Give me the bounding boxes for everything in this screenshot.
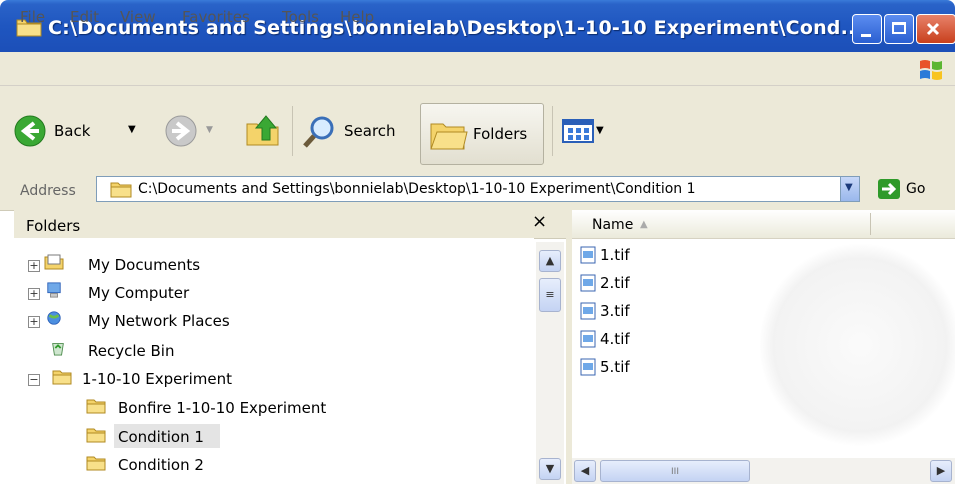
views-dropdown-icon: ▼ xyxy=(596,125,604,136)
scroll-thumb[interactable]: ≡ xyxy=(539,278,561,312)
file-item[interactable]: 5.tif xyxy=(580,356,660,378)
back-arrow-icon xyxy=(14,115,46,147)
scroll-up-button[interactable]: ▲ xyxy=(539,250,561,272)
folder-icon xyxy=(52,370,72,385)
folders-pane-title: Folders xyxy=(26,217,81,235)
folders-icon xyxy=(430,123,468,150)
toolbar-separator xyxy=(292,106,293,156)
menu-edit[interactable]: Edit xyxy=(70,8,99,26)
sort-ascending-icon: ▲ xyxy=(640,219,648,230)
expand-my-network-places[interactable]: + xyxy=(28,316,40,328)
name-column-header[interactable]: Name ▲ xyxy=(584,210,870,238)
toolbar-separator xyxy=(552,106,553,156)
expand-my-documents[interactable]: + xyxy=(28,260,40,272)
windows-logo-icon xyxy=(920,60,942,80)
file-name: 2.tif xyxy=(600,274,630,292)
forward-arrow-icon[interactable] xyxy=(164,114,198,148)
window-title: C:\Documents and Settings\bonnielab\Desk… xyxy=(48,17,863,39)
address-dropdown-button[interactable]: ▼ xyxy=(840,177,859,201)
tif-file-icon xyxy=(580,246,596,264)
close-button[interactable] xyxy=(916,14,955,44)
views-button[interactable]: ▼ xyxy=(562,118,610,146)
tree-item-my-computer[interactable]: My Computer xyxy=(88,284,189,302)
folder-icon xyxy=(110,182,132,198)
tree-item-condition-2[interactable]: Condition 2 xyxy=(118,456,204,474)
maximize-icon xyxy=(892,22,906,34)
file-name: 1.tif xyxy=(600,246,630,264)
column-separator[interactable] xyxy=(870,213,871,235)
collapse-1-10-10-experiment[interactable]: − xyxy=(28,374,40,386)
close-icon xyxy=(926,22,940,36)
file-item[interactable]: 3.tif xyxy=(580,300,660,322)
network-places-icon xyxy=(47,311,61,325)
folder-tree xyxy=(14,238,534,484)
file-name: 3.tif xyxy=(600,302,630,320)
address-value: C:\Documents and Settings\bonnielab\Desk… xyxy=(138,181,696,197)
hscroll-grip: III xyxy=(671,467,679,477)
tree-item-bonfire-1-10-10-experiment[interactable]: Bonfire 1-10-10 Experiment xyxy=(118,399,326,417)
my-documents-icon xyxy=(44,254,64,270)
back-dropdown-icon[interactable]: ▼ xyxy=(128,124,136,135)
folders-pane-close-icon[interactable]: × xyxy=(532,211,547,232)
menu-file[interactable]: File xyxy=(20,8,45,26)
minimize-icon xyxy=(861,34,871,37)
tree-item-my-network-places[interactable]: My Network Places xyxy=(88,312,230,330)
scroll-down-button[interactable]: ▼ xyxy=(539,458,561,480)
menu-help[interactable]: Help xyxy=(340,8,374,26)
file-item[interactable]: 4.tif xyxy=(580,328,660,350)
scroll-left-button[interactable]: ◀ xyxy=(574,460,596,482)
up-folder-icon[interactable] xyxy=(244,112,282,148)
menu-favorites[interactable]: Favorites xyxy=(182,8,250,26)
folder-icon xyxy=(86,456,106,471)
hscroll-thumb[interactable]: III xyxy=(600,460,750,482)
folders-button[interactable]: Folders xyxy=(420,103,544,165)
back-button[interactable]: Back ▼ xyxy=(14,115,164,149)
tif-file-icon xyxy=(580,302,596,320)
go-label[interactable]: Go xyxy=(906,181,925,197)
scroll-right-button[interactable]: ▶ xyxy=(930,460,952,482)
tree-item-condition-1[interactable]: Condition 1 xyxy=(118,428,204,446)
tree-item-my-documents[interactable]: My Documents xyxy=(88,256,200,274)
recycle-bin-icon xyxy=(52,343,64,356)
go-arrow-icon xyxy=(882,182,897,196)
views-icon xyxy=(562,119,594,143)
forward-dropdown-icon[interactable]: ▼ xyxy=(206,125,213,135)
background-watermark xyxy=(760,240,955,450)
folders-pane-header xyxy=(14,210,572,239)
folder-icon xyxy=(86,399,106,414)
file-item[interactable]: 1.tif xyxy=(580,244,660,266)
address-label: Address xyxy=(20,183,76,199)
folders-label: Folders xyxy=(473,125,528,143)
menu-bar xyxy=(0,52,955,86)
minimize-button[interactable] xyxy=(852,14,882,44)
back-label: Back xyxy=(54,122,91,140)
tree-item-recycle-bin[interactable]: Recycle Bin xyxy=(88,342,174,360)
maximize-button[interactable] xyxy=(884,14,914,44)
menu-view[interactable]: View xyxy=(120,8,156,26)
expand-my-computer[interactable]: + xyxy=(28,288,40,300)
tif-file-icon xyxy=(580,330,596,348)
chevron-down-icon: ▼ xyxy=(845,182,853,193)
file-name: 5.tif xyxy=(600,358,630,376)
file-item[interactable]: 2.tif xyxy=(580,272,660,294)
search-button[interactable]: Search xyxy=(302,115,414,149)
name-column-label: Name xyxy=(592,217,634,233)
menu-tools[interactable]: Tools xyxy=(282,8,319,26)
folder-icon xyxy=(86,428,106,443)
tif-file-icon xyxy=(580,274,596,292)
search-label: Search xyxy=(344,122,396,140)
my-computer-icon xyxy=(47,282,61,298)
tree-item-1-10-10-experiment[interactable]: 1-10-10 Experiment xyxy=(82,370,232,388)
search-icon xyxy=(303,116,334,148)
file-name: 4.tif xyxy=(600,330,630,348)
go-button[interactable] xyxy=(878,179,900,199)
tif-file-icon xyxy=(580,358,596,376)
